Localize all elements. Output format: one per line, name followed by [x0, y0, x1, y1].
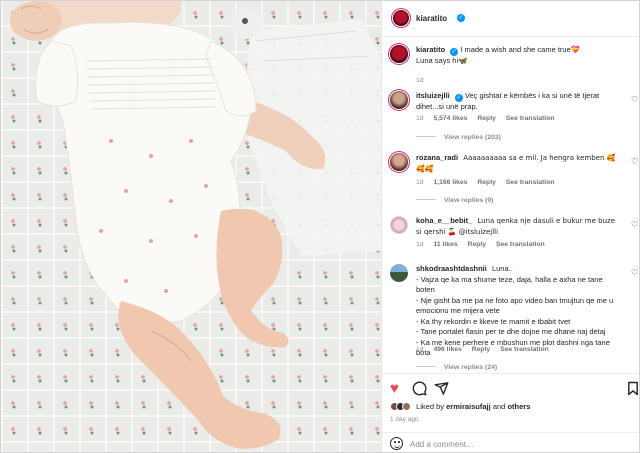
post-timestamp: 1 day ago [390, 416, 419, 423]
avatar[interactable] [390, 91, 408, 109]
comment-likes[interactable]: 496 likes [433, 346, 461, 353]
liked-by-user[interactable]: ermiraisufajj [446, 402, 491, 411]
caption-time: 1d [416, 77, 424, 84]
reply-button[interactable]: Reply [477, 179, 496, 186]
comment-username[interactable]: itsluizejlli [416, 91, 450, 100]
comment-likes[interactable]: 5,574 likes [433, 115, 467, 122]
post-photo[interactable] [1, 1, 381, 452]
comment-meta: 1d 496 likes Reply See translation [416, 346, 557, 353]
comment-bubble-icon[interactable] [412, 381, 427, 397]
author-avatar[interactable] [390, 45, 408, 63]
post-header: kiaratito ✓ [382, 1, 639, 37]
see-translation-button[interactable]: See translation [506, 179, 555, 186]
comment-meta: 1d 1,166 likes Reply See translation [416, 179, 563, 186]
avatar[interactable] [390, 264, 408, 282]
comment-text: Luna.. - Vajza qe ka ma shume teze, daja… [416, 264, 614, 357]
baby-photo-illustration [10, 1, 381, 449]
comment-time: 1d [416, 241, 424, 248]
view-replies-label: View replies (24) [444, 364, 498, 371]
comment-meta: 1d 11 likes Reply See translation [416, 241, 553, 248]
add-comment-input[interactable]: Add a comment… [410, 440, 474, 449]
comment-likes[interactable]: 11 likes [433, 241, 457, 248]
caption-username[interactable]: kiaratito [416, 45, 445, 54]
reply-button[interactable]: Reply [477, 115, 496, 122]
see-translation-button[interactable]: See translation [496, 241, 545, 248]
caption-meta: 1d [416, 77, 432, 84]
likes-summary: Liked by ermiraisufajj and others [390, 402, 639, 414]
post-side-panel: kiaratito ✓ kiaratito ✓ I made a wish and… [381, 1, 639, 452]
see-translation-button[interactable]: See translation [500, 346, 549, 353]
comment-likes[interactable]: 1,166 likes [433, 179, 467, 186]
comment-time: 1d [416, 115, 424, 122]
like-heart-icon[interactable]: ♥ [390, 381, 399, 397]
avatar [402, 402, 411, 411]
comment-username[interactable]: koha_e__bebit_ [416, 216, 472, 225]
view-replies-button[interactable]: View replies (203) [416, 134, 501, 141]
view-replies-label: View replies (203) [444, 134, 501, 141]
comment-username[interactable]: shkodraashtdashnii [416, 264, 487, 273]
author-username[interactable]: kiaratito [416, 14, 447, 23]
comment-meta: 1d 5,574 likes Reply See translation [416, 115, 563, 122]
emoji-smiley-icon[interactable] [390, 437, 403, 450]
reply-button[interactable]: Reply [472, 346, 491, 353]
add-comment-bar: Add a comment… [382, 432, 639, 452]
comment-username[interactable]: rozana_radi [416, 153, 458, 162]
heart-outline-icon[interactable]: ♡ [631, 221, 639, 229]
verified-badge-icon: ✓ [454, 94, 463, 102]
reply-button[interactable]: Reply [468, 241, 487, 248]
avatar[interactable] [390, 153, 408, 171]
liked-by-and: and [492, 402, 506, 411]
verified-badge-icon: ✓ [450, 48, 459, 56]
avatar[interactable] [390, 216, 408, 234]
view-replies-button[interactable]: View replies (24) [416, 364, 497, 371]
liked-by-others[interactable]: others [507, 402, 530, 411]
comment-time: 1d [416, 179, 424, 186]
verified-badge-icon: ✓ [457, 14, 465, 22]
post-actions-bar: ♥ [382, 373, 639, 401]
view-replies-button[interactable]: View replies (9) [416, 197, 493, 204]
bookmark-save-icon[interactable] [627, 381, 639, 397]
heart-outline-icon[interactable]: ♡ [631, 158, 639, 166]
author-avatar[interactable] [393, 10, 409, 26]
heart-outline-icon[interactable]: ♡ [631, 96, 639, 104]
comments-list[interactable]: kiaratito ✓ I made a wish and she came tr… [382, 38, 639, 373]
liked-by-prefix: Liked by [416, 402, 445, 411]
heart-outline-icon[interactable]: ♡ [631, 269, 639, 277]
share-send-icon[interactable] [434, 381, 449, 397]
instagram-post-window: kiaratito ✓ kiaratito ✓ I made a wish and… [0, 0, 640, 453]
view-replies-label: View replies (9) [444, 197, 494, 204]
see-translation-button[interactable]: See translation [506, 115, 555, 122]
comment-time: 1d [416, 346, 424, 353]
